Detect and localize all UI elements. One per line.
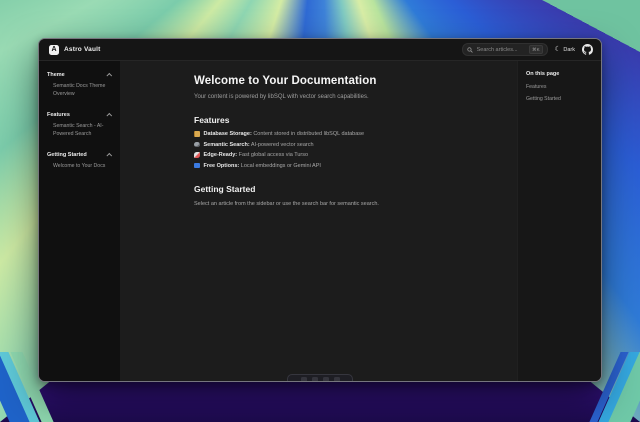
feature-label: Edge-Ready:	[204, 152, 238, 158]
moon-icon: ☾	[555, 46, 561, 53]
feature-text: Local embeddings or Gemini API	[239, 163, 321, 169]
sidebar-item-semantic-docs-theme-overview[interactable]: Semantic Docs Theme Overview	[46, 80, 113, 101]
chevron-up-icon	[106, 73, 112, 79]
dock-dot	[301, 377, 307, 382]
sidebar-group-label: Theme	[47, 72, 65, 78]
site-title: Astro Vault	[64, 46, 101, 53]
free-badge-icon	[194, 163, 200, 169]
toc-link-getting-started[interactable]: Getting Started	[526, 96, 593, 102]
site-logo-icon: A	[49, 45, 59, 55]
features-heading: Features	[194, 115, 499, 125]
magnifier-icon	[194, 142, 200, 148]
dock-dot	[323, 377, 329, 382]
chevron-up-icon	[106, 113, 112, 119]
brand[interactable]: A Astro Vault	[49, 45, 101, 55]
dock-dot	[312, 377, 318, 382]
sidebar-item-welcome-to-your-docs[interactable]: Welcome to Your Docs	[46, 160, 113, 174]
search-icon	[467, 47, 473, 53]
feature-text: AI-powered vector search	[250, 142, 314, 148]
search-button[interactable]: Search articles... ⌘K	[462, 43, 548, 56]
sidebar-item-semantic-search[interactable]: Semantic Search - AI-Powered Search	[46, 120, 113, 141]
features-list: Database Storage: Content stored in dist…	[194, 131, 499, 169]
theme-toggle-label: Dark	[563, 47, 575, 53]
search-placeholder: Search articles...	[477, 47, 525, 53]
page-intro: Your content is powered by libSQL with v…	[194, 94, 499, 100]
feature-label: Semantic Search:	[204, 142, 250, 148]
github-icon[interactable]	[582, 44, 593, 55]
getting-started-text: Select an article from the sidebar or us…	[194, 201, 499, 207]
app-window: A Astro Vault Search articles... ⌘K ☾ Da…	[38, 38, 602, 382]
sidebar-group-label: Features	[47, 112, 70, 118]
card-file-box-icon	[194, 131, 200, 137]
page-title: Welcome to Your Documentation	[194, 75, 499, 87]
sidebar-group-theme[interactable]: Theme	[46, 70, 113, 80]
feature-label: Free Options:	[204, 163, 240, 169]
main-content: Welcome to Your Documentation Your conte…	[121, 61, 517, 381]
sidebar-group-label: Getting Started	[47, 152, 87, 158]
feature-label: Database Storage:	[204, 131, 252, 137]
rocket-icon	[194, 152, 200, 158]
table-of-contents: On this page Features Getting Started	[517, 61, 601, 381]
sidebar-group-features[interactable]: Features	[46, 110, 113, 120]
bottom-dock-peek	[287, 374, 353, 382]
dock-dot	[334, 377, 340, 382]
search-shortcut-badge: ⌘K	[529, 45, 543, 53]
sidebar-group-getting-started[interactable]: Getting Started	[46, 150, 113, 160]
getting-started-heading: Getting Started	[194, 184, 499, 194]
feature-text: Content stored in distributed libSQL dat…	[252, 131, 364, 137]
toc-link-features[interactable]: Features	[526, 84, 593, 90]
feature-text: Fast global access via Turso	[237, 152, 308, 158]
list-item: Edge-Ready: Fast global access via Turso	[194, 152, 499, 158]
sidebar: Theme Semantic Docs Theme Overview Featu…	[39, 61, 121, 381]
chevron-up-icon	[106, 153, 112, 159]
list-item: Semantic Search: AI-powered vector searc…	[194, 142, 499, 148]
list-item: Free Options: Local embeddings or Gemini…	[194, 163, 499, 169]
list-item: Database Storage: Content stored in dist…	[194, 131, 499, 137]
theme-toggle-button[interactable]: ☾ Dark	[555, 46, 575, 53]
toc-heading: On this page	[526, 71, 593, 77]
site-header: A Astro Vault Search articles... ⌘K ☾ Da…	[39, 39, 601, 61]
